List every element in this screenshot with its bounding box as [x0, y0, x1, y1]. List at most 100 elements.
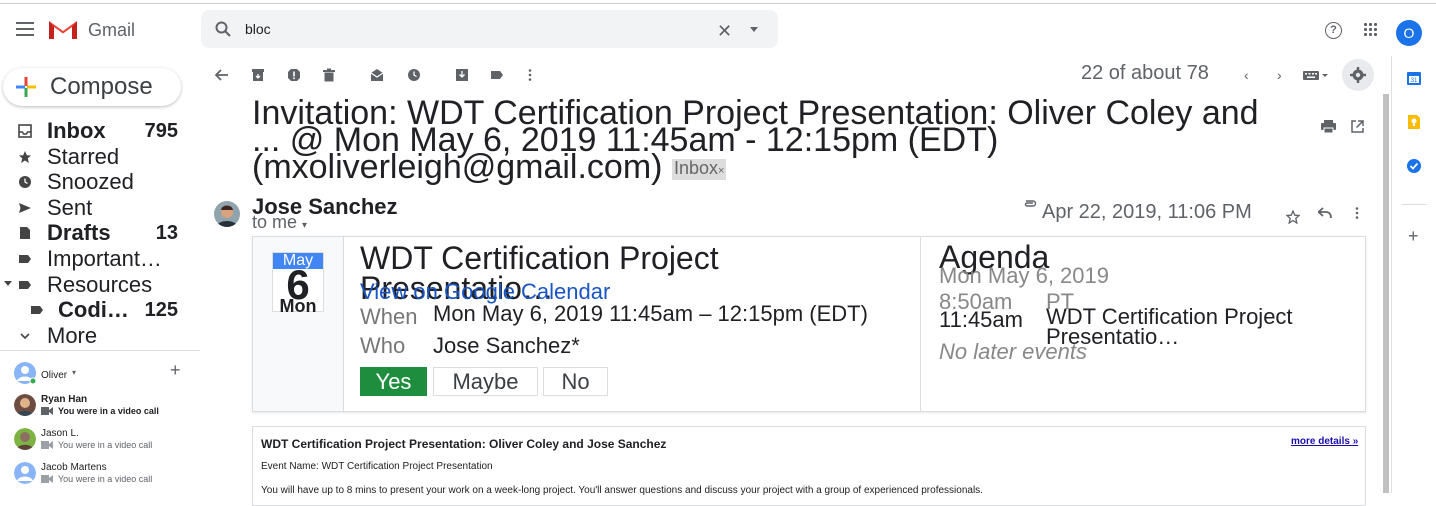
star-icon[interactable] [1286, 210, 1300, 224]
move-to-icon[interactable] [455, 68, 469, 82]
open-new-window-icon[interactable] [1351, 120, 1364, 133]
contact-name: Jacob Martens [41, 462, 107, 473]
draft-icon [20, 227, 30, 240]
contact-item[interactable]: Ryan Han You were in a video call [14, 394, 194, 424]
sidebar-item-drafts[interactable]: Drafts 13 [0, 220, 200, 246]
help-icon[interactable]: ? [1325, 22, 1342, 39]
sidebar-item-inbox[interactable]: Inbox 795 [0, 118, 200, 144]
more-vert-icon[interactable] [1353, 206, 1361, 220]
account-avatar[interactable]: O [1396, 20, 1422, 46]
contact-status: You were in a video call [58, 474, 153, 484]
when-value: Mon May 6, 2019 11:45am – 12:15pm (EDT) [433, 301, 868, 326]
sidebar-item-important[interactable]: Important… [0, 246, 200, 272]
message-toolbar: 22 of about 78 ‹ › [201, 56, 1386, 94]
side-panel-divider [1402, 204, 1427, 205]
label-icon [31, 306, 43, 315]
status-dropdown-icon[interactable]: ▾ [72, 368, 76, 377]
invite-date-column: May 6 Mon [253, 237, 344, 411]
attachment-icon [1024, 200, 1037, 207]
search-icon[interactable] [215, 21, 231, 37]
sidebar-item-label: Inbox [47, 119, 106, 143]
agenda-event[interactable]: WDT Certification Project Presentatio… [1046, 306, 1346, 348]
main-menu-icon[interactable] [16, 22, 34, 36]
more-details-link[interactable]: more details » [1291, 436, 1358, 447]
email-body: WDT Certification Project Presentation: … [252, 426, 1366, 506]
agenda-date: Mon May 6, 2019 [939, 263, 1109, 288]
recipient-details-icon[interactable]: ▾ [302, 220, 307, 231]
archive-icon[interactable] [251, 68, 265, 82]
delete-icon[interactable] [322, 68, 336, 82]
send-icon [19, 202, 31, 213]
tasks-icon[interactable] [1406, 158, 1422, 174]
gmail-logo-icon[interactable] [48, 18, 78, 40]
keep-icon[interactable] [1406, 114, 1422, 130]
invite-weekday: Mon [279, 296, 317, 316]
compose-button[interactable]: Compose [3, 68, 181, 106]
sidebar-item-label: Starred [47, 144, 120, 169]
clear-search-icon[interactable]: ✕ [717, 21, 732, 42]
add-addon-icon[interactable]: + [1408, 226, 1419, 247]
side-panel: 31 + [1391, 56, 1436, 493]
clock-icon [19, 176, 31, 189]
label-icon[interactable] [490, 68, 504, 82]
sidebar-item-sent[interactable]: Sent [0, 195, 200, 221]
contact-avatar [14, 462, 36, 484]
sidebar-item-label: Sent [47, 195, 93, 220]
search-input[interactable] [245, 19, 685, 39]
recipient-label: to me [252, 212, 298, 232]
older-chevron-icon[interactable]: › [1277, 67, 1282, 83]
sender-avatar[interactable] [214, 201, 240, 227]
inbox-icon [18, 124, 32, 138]
contact-avatar [14, 394, 36, 416]
sidebar-item-more[interactable]: More [0, 323, 200, 349]
sidebar-item-coding[interactable]: Codi… 125 [0, 297, 200, 323]
add-contact-icon[interactable]: + [170, 360, 181, 381]
contact-item[interactable]: Jacob Martens You were in a video call [14, 462, 194, 492]
expand-arrow-icon[interactable] [4, 280, 12, 287]
input-tools-icon[interactable] [1302, 68, 1328, 82]
calendar-icon[interactable]: 31 [1406, 70, 1422, 86]
mark-unread-icon[interactable] [370, 68, 384, 82]
star-icon [19, 150, 31, 163]
who-label: Who [360, 333, 406, 358]
sidebar-item-snoozed[interactable]: Snoozed [0, 169, 200, 195]
sidebar-item-resources[interactable]: Resources [0, 272, 200, 298]
hangouts-username: Oliver [41, 370, 68, 381]
rsvp-no-button[interactable]: No [543, 367, 608, 396]
print-icon[interactable] [1321, 120, 1336, 133]
svg-text:31: 31 [1411, 78, 1418, 84]
settings-button[interactable] [1342, 59, 1374, 91]
contact-item[interactable]: Jason L. You were in a video call [14, 428, 194, 458]
sidebar-nav: Inbox 795 Starred Snoozed Sent Drafts 13… [0, 118, 200, 348]
search-bar[interactable]: ✕ [201, 10, 778, 48]
report-spam-icon[interactable] [287, 68, 301, 82]
contact-name: Ryan Han [41, 394, 88, 405]
body-title: WDT Certification Project Presentation: … [261, 437, 667, 451]
recipient-details[interactable]: to me ▾ [252, 212, 307, 233]
contact-avatar [14, 428, 36, 450]
contact-status: You were in a video call [58, 440, 153, 450]
content-scrollbar[interactable] [1383, 94, 1389, 493]
gear-icon [1350, 67, 1366, 83]
sidebar-item-label: Important… [47, 246, 162, 271]
agenda-time: 11:45am [939, 307, 1023, 332]
reply-icon[interactable] [1318, 207, 1332, 219]
remove-label-icon[interactable]: × [718, 165, 724, 177]
rsvp-maybe-button[interactable]: Maybe [433, 367, 538, 396]
sidebar-item-starred[interactable]: Starred [0, 144, 200, 170]
label-icon [19, 254, 31, 263]
newer-chevron-icon[interactable]: ‹ [1244, 67, 1249, 83]
back-arrow-icon[interactable] [215, 68, 229, 82]
agenda-panel: Agenda Mon May 6, 2019 8:50am PT 11:45am… [920, 237, 1365, 411]
search-options-icon[interactable] [750, 27, 758, 32]
who-value: Jose Sanchez* [433, 333, 580, 358]
video-call-icon [41, 407, 53, 415]
more-vert-icon[interactable] [523, 68, 537, 82]
sidebar-divider [0, 350, 200, 351]
email-date: Apr 22, 2019, 11:06 PM [1042, 201, 1252, 223]
rsvp-yes-button[interactable]: Yes [360, 367, 427, 396]
apps-grid-icon[interactable] [1364, 23, 1378, 37]
sidebar-item-label: Codi… [58, 298, 128, 323]
snooze-icon[interactable] [407, 68, 421, 82]
inbox-label-chip[interactable]: Inbox× [671, 158, 727, 180]
